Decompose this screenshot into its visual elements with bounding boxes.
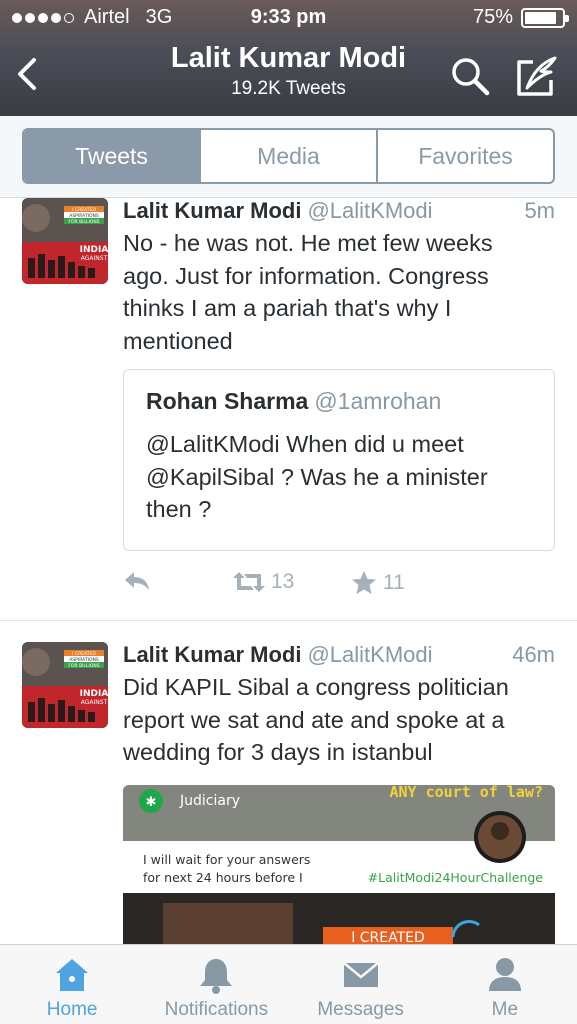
author-name[interactable]: Lalit Kumar Modi bbox=[123, 198, 301, 223]
tab-messages[interactable]: Messages bbox=[289, 945, 433, 1024]
quoted-author-name: Rohan Sharma bbox=[146, 388, 309, 414]
tab-label-messages: Messages bbox=[317, 999, 404, 1020]
quoted-text-line: then ? bbox=[146, 496, 212, 522]
star-icon bbox=[352, 571, 376, 594]
quoted-text-line: @KapilSibal ? Was he a minister bbox=[146, 463, 488, 490]
favorite-button[interactable]: 11 bbox=[351, 570, 405, 596]
author-handle[interactable]: @LalitKModi bbox=[307, 198, 432, 223]
reply-button[interactable] bbox=[123, 570, 151, 592]
tab-home[interactable]: Home bbox=[0, 945, 144, 1024]
tab-label-notifications: Notifications bbox=[164, 999, 269, 1020]
avatar-badge-line2: ASPIRATIONS bbox=[69, 657, 99, 663]
quoted-text-line: @LalitKModi When did u meet bbox=[146, 431, 464, 457]
tweet-feed[interactable]: I CREATED ASPIRATIONS FOR BILLIONS INDIA… bbox=[0, 198, 577, 944]
quoted-tweet-text: @LalitKModi When did u meet @KapilSibal … bbox=[146, 428, 536, 526]
tweet-actions: 13 11 bbox=[123, 570, 443, 600]
avatar-banner-line2: AGAINST bbox=[81, 255, 108, 262]
quoted-tweet[interactable]: Rohan Sharma @1amrohan @LalitKModi When d… bbox=[123, 369, 555, 551]
tweet-text-line: ago. Just for information. Congress bbox=[123, 262, 489, 289]
avatar-badge-line2: ASPIRATIONS bbox=[69, 213, 99, 219]
tweet-text-line: thinks I am a pariah that's why I bbox=[123, 295, 452, 321]
svg-text:✱: ✱ bbox=[146, 795, 157, 810]
author-handle[interactable]: @LalitKModi bbox=[307, 642, 432, 667]
compose-icon[interactable] bbox=[515, 54, 559, 98]
tab-label-me: Me bbox=[491, 999, 519, 1020]
media-banner: I CREATED bbox=[351, 930, 425, 944]
envelope-icon bbox=[342, 962, 379, 987]
profile-title: Lalit Kumar Modi bbox=[170, 42, 407, 74]
tweet-text-line: No - he was not. He met few weeks bbox=[123, 230, 493, 256]
media-line2: for next 24 hours before I bbox=[143, 870, 303, 885]
tweet-text-line: report we sat and ate and spoke at a bbox=[123, 706, 505, 733]
avatar-badge-line3: FOR BILLIONS bbox=[68, 663, 99, 669]
bell-icon bbox=[200, 959, 233, 994]
bottom-tab-bar: Home Notifications Messages Me bbox=[0, 944, 577, 1024]
avatar-badge-line1: I CREATED bbox=[72, 207, 96, 213]
profile-tabs-bar: Tweets Media Favorites bbox=[0, 116, 577, 198]
tweet-divider bbox=[0, 620, 577, 621]
favorite-count: 11 bbox=[383, 571, 405, 594]
battery-percent: 75% bbox=[472, 6, 513, 28]
tweet-count: 19.2K Tweets bbox=[231, 78, 346, 99]
media-line1: I will wait for your answers bbox=[143, 852, 310, 867]
avatar[interactable]: I CREATED ASPIRATIONS FOR BILLIONS INDIA… bbox=[22, 198, 108, 284]
avatar-banner-line1: INDIA bbox=[80, 245, 108, 255]
search-icon[interactable] bbox=[450, 56, 490, 96]
battery-icon bbox=[521, 7, 569, 28]
quoted-author-handle: @1amrohan bbox=[314, 388, 442, 414]
tweet-media-image[interactable]: ✱ Judiciary ANY court of law? I will wai… bbox=[123, 785, 555, 944]
tweet-time: 5m bbox=[524, 198, 555, 223]
author-name[interactable]: Lalit Kumar Modi bbox=[123, 642, 301, 667]
avatar[interactable]: I CREATED ASPIRATIONS FOR BILLIONS INDIA… bbox=[22, 642, 108, 728]
profile-header: Airtel 3G 9:33 pm 75% Lalit Kumar Modi 1… bbox=[0, 0, 577, 116]
tweet-item[interactable]: I CREATED ASPIRATIONS FOR BILLIONS INDIA… bbox=[0, 198, 577, 620]
home-icon bbox=[56, 959, 89, 991]
tweet-time: 46m bbox=[512, 642, 555, 667]
avatar-badge-line1: I CREATED bbox=[72, 651, 96, 657]
tab-label-home: Home bbox=[46, 999, 98, 1020]
tab-tweets[interactable]: Tweets bbox=[24, 130, 201, 182]
tab-me[interactable]: Me bbox=[433, 945, 577, 1024]
avatar-badge-line3: FOR BILLIONS bbox=[68, 219, 99, 225]
tweet-text: No - he was not. He met few weeks ago. J… bbox=[123, 227, 543, 357]
tweet-text: Did KAPIL Sibal a congress politician re… bbox=[123, 671, 563, 769]
tweet-text-line: Did KAPIL Sibal a congress politician bbox=[123, 674, 509, 700]
tweet-item[interactable]: I CREATED ASPIRATIONS FOR BILLIONS INDIA… bbox=[0, 642, 577, 944]
reply-icon bbox=[125, 572, 149, 590]
retweet-icon bbox=[233, 572, 265, 592]
media-headline: ANY court of law? bbox=[389, 785, 543, 801]
media-label: Judiciary bbox=[179, 793, 240, 809]
retweet-button[interactable]: 13 bbox=[233, 570, 294, 594]
avatar-banner-line2: AGAINST bbox=[81, 699, 108, 706]
retweet-count: 13 bbox=[271, 570, 295, 593]
tab-favorites[interactable]: Favorites bbox=[378, 130, 553, 182]
media-hashtag: #LalitModi24HourChallenge bbox=[368, 870, 544, 885]
segmented-control: Tweets Media Favorites bbox=[22, 128, 555, 184]
tab-media[interactable]: Media bbox=[201, 130, 378, 182]
avatar-banner-line1: INDIA bbox=[80, 689, 108, 699]
tweet-text-line: mentioned bbox=[123, 327, 233, 354]
status-bar: Airtel 3G 9:33 pm 75% bbox=[0, 6, 577, 32]
tab-notifications[interactable]: Notifications bbox=[144, 945, 288, 1024]
person-icon bbox=[488, 958, 521, 991]
tweet-text-line: wedding for 3 days in istanbul bbox=[123, 739, 433, 765]
